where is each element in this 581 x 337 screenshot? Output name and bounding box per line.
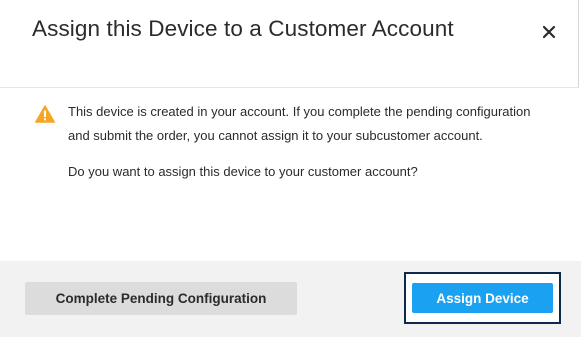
dialog-header: Assign this Device to a Customer Account (0, 0, 579, 88)
assign-device-dialog: Assign this Device to a Customer Account… (0, 0, 581, 337)
dialog-body: This device is created in your account. … (0, 88, 581, 261)
message-paragraph: This device is created in your account. … (68, 104, 531, 143)
assign-device-button[interactable]: Assign Device (412, 283, 553, 313)
close-icon[interactable] (538, 21, 560, 43)
focus-ring: Assign Device (404, 272, 561, 324)
dialog-message: This device is created in your account. … (68, 100, 538, 184)
message-question: Do you want to assign this device to you… (68, 164, 418, 179)
complete-pending-configuration-button[interactable]: Complete Pending Configuration (25, 282, 297, 315)
dialog-title: Assign this Device to a Customer Account (32, 16, 454, 41)
warning-icon (35, 105, 55, 123)
dialog-footer: Complete Pending Configuration Assign De… (0, 261, 581, 337)
